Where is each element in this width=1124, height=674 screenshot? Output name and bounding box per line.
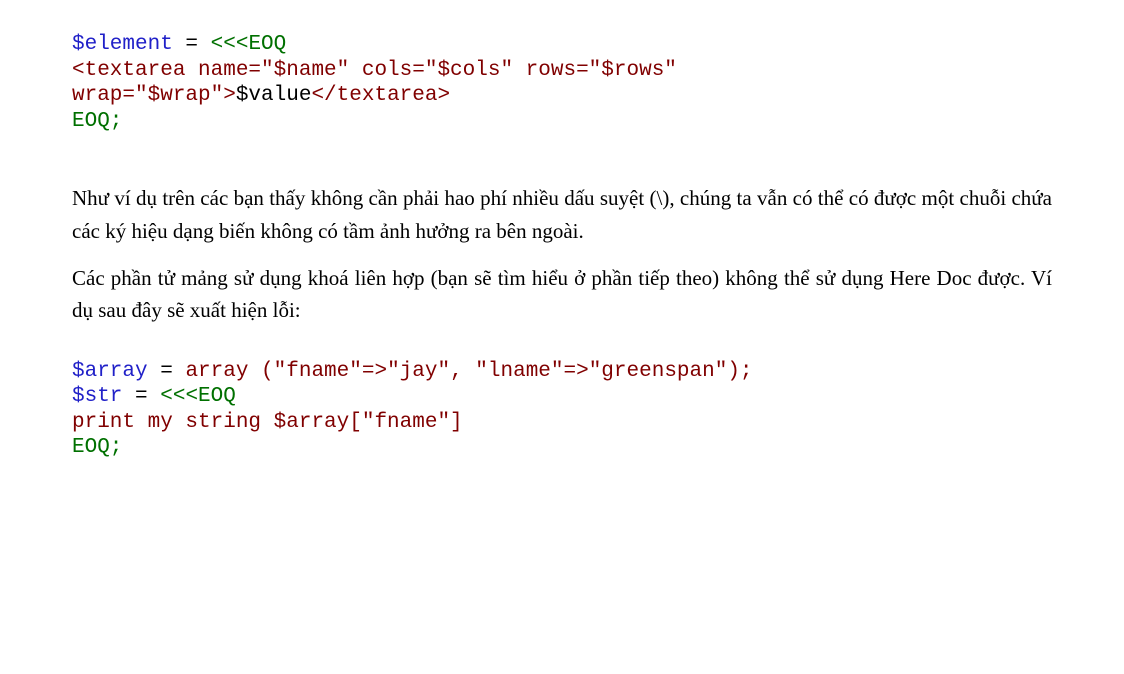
code-block-2: $array = array ("fname"=>"jay", "lname"=… <box>72 359 1052 461</box>
code2-l1c: array ("fname"=>"jay", "lname"=>"greensp… <box>185 360 752 383</box>
code-html-line2b: $value <box>236 84 312 107</box>
code2-var2: $str <box>72 385 122 408</box>
document-page: $element = <<<EOQ <textarea name="$name"… <box>0 0 1124 674</box>
paragraph-1: Như ví dụ trên các bạn thấy không cần ph… <box>72 182 1052 247</box>
code2-heredoc-open: <<<EOQ <box>160 385 236 408</box>
code2-eq1: = <box>148 360 186 383</box>
code-block-1: $element = <<<EOQ <textarea name="$name"… <box>72 32 1052 134</box>
code2-eq2: = <box>122 385 160 408</box>
code2-heredoc-close: EOQ; <box>72 436 122 459</box>
code-var: $element <box>72 33 173 56</box>
code2-l3: print my string $array["fname"] <box>72 411 463 434</box>
code-html-line2c: </textarea> <box>311 84 450 107</box>
code-eq: = <box>173 33 211 56</box>
paragraph-2: Các phần tử mảng sử dụng khoá liên hợp (… <box>72 262 1052 327</box>
code-heredoc-close: EOQ; <box>72 110 122 133</box>
code-html-line1: <textarea name="$name" cols="$cols" rows… <box>72 59 690 82</box>
prose-block: Như ví dụ trên các bạn thấy không cần ph… <box>72 182 1052 326</box>
code-html-line2a: wrap="$wrap"> <box>72 84 236 107</box>
code-heredoc-open: <<<EOQ <box>211 33 287 56</box>
code2-var1: $array <box>72 360 148 383</box>
